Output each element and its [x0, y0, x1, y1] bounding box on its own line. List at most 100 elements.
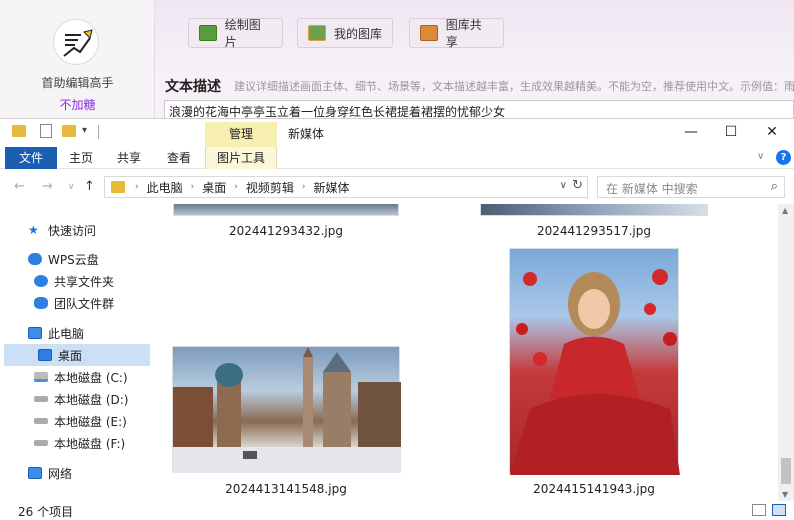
- new-folder-icon[interactable]: [62, 125, 76, 137]
- my-gallery-button[interactable]: 我的图库: [297, 18, 393, 48]
- sidebar-item-team-files[interactable]: 团队文件群: [0, 292, 146, 314]
- search-icon[interactable]: ⌕: [771, 179, 778, 194]
- drive-icon: [34, 440, 48, 446]
- title-bar: ▾ 管理 新媒体 — ☐ ✕: [0, 119, 794, 147]
- sidebar-item-label: WPS云盘: [48, 252, 99, 267]
- share-gallery-button[interactable]: 图库共享: [409, 18, 504, 49]
- file-thumbnail[interactable]: [173, 204, 399, 216]
- breadcrumb-item[interactable]: 此电脑: [147, 179, 183, 196]
- scrollbar-thumb[interactable]: [781, 458, 791, 484]
- breadcrumb-item[interactable]: 新媒体: [313, 179, 349, 196]
- chevron-right-icon[interactable]: ›: [302, 182, 306, 192]
- recent-locations-icon[interactable]: ∨: [68, 182, 75, 192]
- details-view-icon[interactable]: [752, 504, 766, 516]
- sidebar-item-desktop[interactable]: 桌面: [4, 344, 150, 366]
- navigation-pane: ★ 快速访问 WPS云盘 共享文件夹 团队文件群 此电脑 桌面 本地磁盘 (C:…: [0, 204, 150, 501]
- sidebar-item-label: 本地磁盘 (F:): [54, 436, 126, 451]
- sidebar-item-label: 团队文件群: [54, 296, 115, 311]
- file-explorer-window: ▾ 管理 新媒体 — ☐ ✕ 文件 主页 共享 查看 图片工具 ∨ ? ← → …: [0, 118, 794, 520]
- sidebar-item-label: 此电脑: [48, 326, 85, 341]
- file-name[interactable]: 2024413141548.jpg: [166, 482, 406, 496]
- ribbon-expand-icon[interactable]: ∨: [757, 151, 764, 162]
- minimize-button[interactable]: —: [681, 123, 701, 141]
- app-sidebar: 首助编辑高手 不加糖: [0, 0, 155, 124]
- file-name[interactable]: 202441293432.jpg: [166, 224, 406, 238]
- breadcrumb-item[interactable]: 桌面: [202, 179, 226, 196]
- properties-icon[interactable]: [40, 124, 52, 138]
- scroll-down-icon[interactable]: ▼: [782, 490, 788, 499]
- computer-icon: [28, 327, 42, 339]
- drive-icon: [34, 396, 48, 402]
- thumbnail-view-icon[interactable]: [772, 504, 786, 516]
- image-icon: [199, 25, 217, 41]
- ribbon-tabs: 文件 主页 共享 查看 图片工具 ∨ ?: [0, 147, 794, 169]
- help-icon[interactable]: ?: [776, 150, 791, 165]
- file-thumbnail[interactable]: [509, 248, 680, 475]
- tab-share[interactable]: 共享: [112, 147, 146, 169]
- app-name: 首助编辑高手: [41, 76, 114, 90]
- network-icon: [28, 467, 42, 479]
- breadcrumb-item[interactable]: 视频剪辑: [246, 179, 294, 196]
- chevron-right-icon[interactable]: ›: [135, 182, 139, 192]
- sidebar-item-network[interactable]: 网络: [0, 462, 146, 484]
- sidebar-item-quick-access[interactable]: ★ 快速访问: [0, 219, 146, 241]
- forward-arrow-icon[interactable]: →: [42, 179, 53, 194]
- drive-icon: [34, 372, 48, 382]
- app-window: 首助编辑高手 不加糖 绘制图片 我的图库 图库共享 文本描述 建议详细描述画面主…: [0, 0, 794, 124]
- folder-icon: [111, 181, 125, 193]
- sidebar-item-label: 本地磁盘 (E:): [54, 414, 127, 429]
- tab-manage[interactable]: 管理: [205, 122, 277, 147]
- app-logo-icon: [53, 19, 99, 65]
- share-gallery-icon: [420, 25, 438, 41]
- drive-icon: [34, 418, 48, 424]
- close-button[interactable]: ✕: [762, 123, 782, 141]
- file-thumbnail[interactable]: [172, 346, 401, 473]
- cloud-icon: [28, 253, 42, 265]
- scroll-up-icon[interactable]: ▲: [782, 206, 788, 215]
- draw-image-button[interactable]: 绘制图片: [188, 18, 283, 49]
- separator: [98, 125, 99, 139]
- file-name[interactable]: 2024415141943.jpg: [474, 482, 714, 496]
- sidebar-item-label: 网络: [48, 466, 73, 481]
- desktop-icon: [38, 349, 52, 361]
- up-arrow-icon[interactable]: ↑: [84, 179, 95, 194]
- file-name[interactable]: 202441293517.jpg: [474, 224, 714, 238]
- vip-label[interactable]: 不加糖: [0, 96, 155, 113]
- star-icon: ★: [28, 223, 39, 237]
- search-input[interactable]: 在 新媒体 中搜索 ⌕: [597, 176, 785, 198]
- file-thumbnail[interactable]: [480, 204, 708, 216]
- tab-home[interactable]: 主页: [64, 147, 98, 169]
- quick-access-dropdown-icon[interactable]: ▾: [82, 125, 87, 136]
- chevron-right-icon[interactable]: ›: [191, 182, 195, 192]
- address-row: ← → ∨ ↑ › 此电脑 › 桌面 › 视频剪辑 › 新媒体 ∨ ↻ 在 新媒…: [0, 170, 794, 204]
- maximize-button[interactable]: ☐: [721, 123, 741, 141]
- gallery-icon: [308, 25, 326, 41]
- search-placeholder: 在 新媒体 中搜索: [606, 182, 698, 196]
- prompt-input[interactable]: 浪漫的花海中亭亭玉立着一位身穿红色长裙提着裙摆的忧郁少女: [164, 100, 794, 120]
- file-list: 202441293432.jpg 202441293517.jpg 202441…: [150, 204, 778, 501]
- draw-image-label: 绘制图片: [224, 18, 261, 49]
- address-dropdown-icon[interactable]: ∨: [560, 180, 567, 191]
- address-bar[interactable]: › 此电脑 › 桌面 › 视频剪辑 › 新媒体 ∨ ↻: [104, 176, 588, 198]
- text-description-hint: 建议详细描述画面主体、细节、场景等，文本描述越丰富，生成效果越精美。不能为空，推…: [234, 80, 794, 93]
- refresh-icon[interactable]: ↻: [572, 178, 583, 193]
- sidebar-item-label: 本地磁盘 (D:): [54, 392, 129, 407]
- tab-file[interactable]: 文件: [5, 147, 57, 169]
- sidebar-item-wps-cloud[interactable]: WPS云盘: [0, 248, 146, 270]
- chevron-right-icon[interactable]: ›: [234, 182, 238, 192]
- sidebar-item-drive-d[interactable]: 本地磁盘 (D:): [0, 388, 146, 410]
- sidebar-item-drive-e[interactable]: 本地磁盘 (E:): [0, 410, 146, 432]
- sidebar-item-this-pc[interactable]: 此电脑: [0, 322, 146, 344]
- back-arrow-icon[interactable]: ←: [14, 179, 25, 194]
- sidebar-item-label: 共享文件夹: [54, 274, 115, 289]
- sidebar-item-shared-folder[interactable]: 共享文件夹: [0, 270, 146, 292]
- item-count: 26 个项目: [18, 505, 74, 519]
- tab-picture-tools[interactable]: 图片工具: [205, 147, 277, 169]
- share-icon: [34, 275, 48, 287]
- tab-view[interactable]: 查看: [162, 147, 196, 169]
- vertical-scrollbar[interactable]: ▲ ▼: [778, 204, 794, 501]
- sidebar-item-label: 桌面: [58, 348, 83, 363]
- sidebar-item-drive-c[interactable]: 本地磁盘 (C:): [0, 366, 146, 388]
- text-description-label: 文本描述: [165, 79, 221, 95]
- sidebar-item-drive-f[interactable]: 本地磁盘 (F:): [0, 432, 146, 454]
